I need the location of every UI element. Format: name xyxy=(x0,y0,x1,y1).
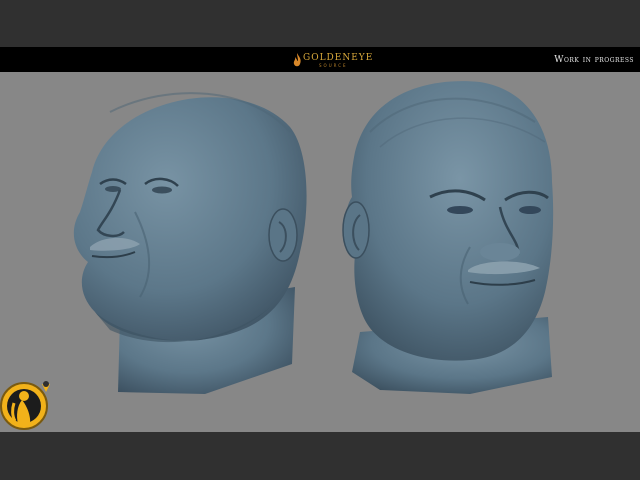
work-in-progress-label: Work in progress xyxy=(554,55,634,65)
top-letterbox-bar xyxy=(0,0,640,47)
logo-subtext: SOURCE xyxy=(319,63,348,68)
logo-text: GOLDENEYE xyxy=(303,53,374,63)
bottom-letterbox-bar xyxy=(0,432,640,480)
goldeneye-source-logo: GOLDENEYE SOURCE xyxy=(285,52,372,70)
flame-icon xyxy=(293,53,301,67)
head-sculpt-front xyxy=(342,81,554,394)
sculpt-viewport xyxy=(0,72,640,432)
head-sculpt-three-quarter xyxy=(73,92,307,394)
gesource-emblem-icon xyxy=(0,376,62,438)
